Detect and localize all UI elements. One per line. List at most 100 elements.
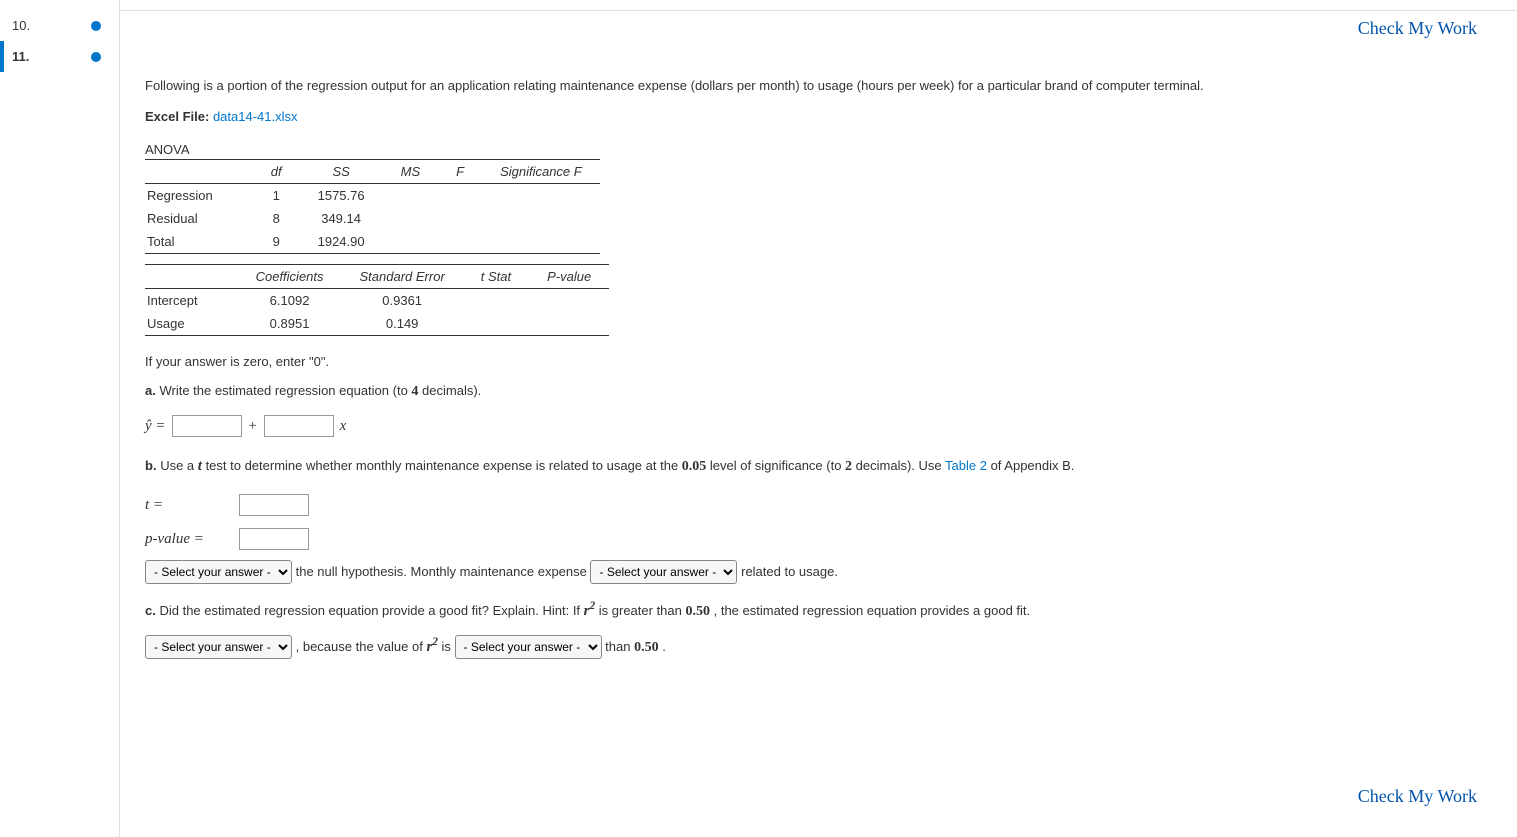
cell-label: Total	[145, 230, 253, 254]
part-b-text5: of Appendix B.	[991, 458, 1075, 473]
th-blank	[145, 265, 238, 289]
part-a: a. Write the estimated regression equati…	[145, 379, 1477, 440]
part-a-prefix: a.	[145, 383, 156, 398]
fifty-val: 0.50	[634, 640, 659, 655]
main-content: Check My Work Following is a portion of …	[120, 0, 1517, 837]
part-a-decimals: 4	[411, 384, 418, 399]
part-b-mid2: related to usage.	[741, 564, 838, 579]
cell-se: 0.149	[342, 312, 463, 336]
cell-label: Intercept	[145, 289, 238, 313]
hypothesis-decision-select[interactable]: - Select your answer -	[145, 560, 292, 584]
pvalue-label: p-value =	[145, 525, 235, 554]
cell-label: Residual	[145, 207, 253, 230]
anova-table: df SS MS F Significance F Regression 1 1…	[145, 159, 600, 254]
goodfit-select[interactable]: - Select your answer -	[145, 635, 292, 659]
cell-ms	[383, 184, 439, 208]
relation-select[interactable]: - Select your answer -	[590, 560, 737, 584]
th-pval: P-value	[529, 265, 609, 289]
q-num-11: 11.	[12, 49, 42, 64]
r2-symbol: r2	[584, 603, 595, 619]
intercept-input[interactable]	[172, 415, 242, 437]
part-c-is: is	[442, 639, 455, 654]
coefficients-table: Coefficients Standard Error t Stat P-val…	[145, 264, 609, 336]
thresh-val: 0.50	[685, 604, 710, 619]
sidebar-item-q10[interactable]: 10.	[0, 10, 119, 41]
part-b-text4: decimals). Use	[856, 458, 945, 473]
cell-df: 1	[253, 184, 300, 208]
x-label: x	[340, 412, 347, 441]
compare-select[interactable]: - Select your answer -	[455, 635, 602, 659]
slope-input[interactable]	[264, 415, 334, 437]
th-sigf: Significance F	[482, 160, 600, 184]
excel-file-line: Excel File: data14-41.xlsx	[145, 109, 1477, 124]
pvalue-input[interactable]	[239, 528, 309, 550]
part-c-comma: , because the value of	[296, 639, 427, 654]
cell-sig	[482, 207, 600, 230]
part-c-text3: , the estimated regression equation prov…	[714, 603, 1031, 618]
divider	[120, 10, 1517, 11]
sidebar-item-q11[interactable]: 11.	[0, 41, 119, 72]
part-c-text1: Did the estimated regression equation pr…	[159, 603, 583, 618]
part-b-prefix: b.	[145, 458, 157, 473]
th-blank	[145, 160, 253, 184]
plus-sign: +	[248, 412, 258, 441]
cell-f	[438, 230, 482, 254]
r2-symbol2: r2	[426, 639, 437, 655]
th-ms: MS	[383, 160, 439, 184]
part-a-suffix: decimals).	[422, 383, 481, 398]
cell-ms	[383, 207, 439, 230]
table-row: Intercept 6.1092 0.9361	[145, 289, 609, 313]
excel-label: Excel File:	[145, 109, 209, 124]
cell-t	[463, 289, 529, 313]
part-c: c. Did the estimated regression equation…	[145, 596, 1477, 661]
part-b-mid1: the null hypothesis. Monthly maintenance…	[296, 564, 591, 579]
question-sidebar: 10. 11.	[0, 0, 120, 837]
status-dot-icon	[91, 52, 101, 62]
cell-p	[529, 289, 609, 313]
cell-p	[529, 312, 609, 336]
cell-ss: 1924.90	[300, 230, 383, 254]
check-my-work-bottom-link[interactable]: Check My Work	[1358, 786, 1477, 807]
cell-ms	[383, 230, 439, 254]
part-c-dot: .	[662, 639, 666, 654]
part-c-than: than	[605, 639, 634, 654]
cell-ss: 1575.76	[300, 184, 383, 208]
th-df: df	[253, 160, 300, 184]
cell-sig	[482, 184, 600, 208]
cell-coef: 0.8951	[238, 312, 342, 336]
cell-f	[438, 207, 482, 230]
cell-coef: 6.1092	[238, 289, 342, 313]
th-coef: Coefficients	[238, 265, 342, 289]
yhat-label: ŷ =	[145, 412, 166, 441]
cell-se: 0.9361	[342, 289, 463, 313]
cell-label: Regression	[145, 184, 253, 208]
part-c-text2: is greater than	[599, 603, 686, 618]
cell-sig	[482, 230, 600, 254]
t-italic: t	[198, 458, 202, 474]
alpha-val: 0.05	[682, 459, 707, 474]
q-num-10: 10.	[12, 18, 42, 33]
part-a-text: Write the estimated regression equation …	[159, 383, 411, 398]
table2-link[interactable]: Table 2	[945, 458, 987, 473]
table-row: Usage 0.8951 0.149	[145, 312, 609, 336]
part-b-text3: level of significance (to	[710, 458, 845, 473]
th-tstat: t Stat	[463, 265, 529, 289]
part-b-text2: test to determine whether monthly mainte…	[206, 458, 682, 473]
dec-val: 2	[845, 459, 852, 474]
problem-intro: Following is a portion of the regression…	[145, 75, 1477, 97]
excel-file-link[interactable]: data14-41.xlsx	[213, 109, 298, 124]
cell-df: 9	[253, 230, 300, 254]
part-b-text1: Use a	[160, 458, 198, 473]
t-label: t =	[145, 491, 235, 520]
th-se: Standard Error	[342, 265, 463, 289]
t-stat-input[interactable]	[239, 494, 309, 516]
check-my-work-top-link[interactable]: Check My Work	[1358, 18, 1477, 39]
cell-df: 8	[253, 207, 300, 230]
anova-title: ANOVA	[145, 142, 1477, 157]
table-row: Regression 1 1575.76	[145, 184, 600, 208]
part-b: b. Use a t test to determine whether mon…	[145, 452, 1477, 584]
zero-instruction: If your answer is zero, enter "0".	[145, 354, 1477, 369]
table-row: Total 9 1924.90	[145, 230, 600, 254]
th-ss: SS	[300, 160, 383, 184]
status-dot-icon	[91, 21, 101, 31]
